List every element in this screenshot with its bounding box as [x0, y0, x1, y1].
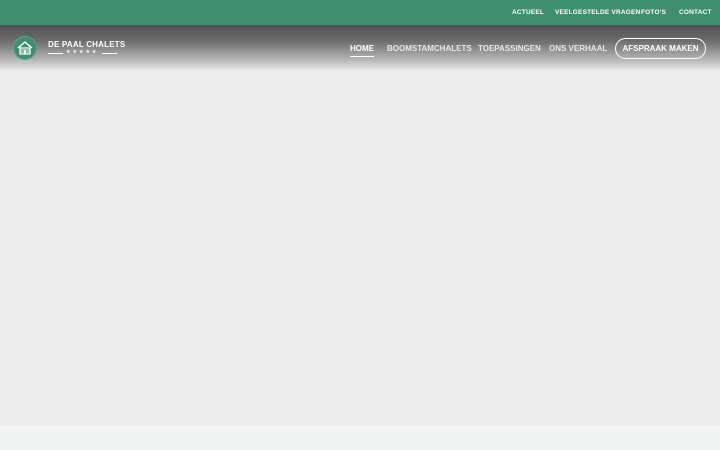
nav-boomstamchalets[interactable]: BOOMSTAMCHALETS — [387, 42, 472, 56]
star-icons: ★★★★★ — [66, 49, 99, 55]
utility-bar: ACTUEEL VEELGESTELDE VRAGEN FOTO'S CONTA… — [0, 0, 720, 25]
utility-link-actueel[interactable]: ACTUEEL — [512, 0, 544, 25]
nav-home-label: HOME — [350, 44, 374, 53]
nav-ons-verhaal[interactable]: ONS VERHAAL — [549, 42, 607, 56]
logo-divider-left — [48, 53, 63, 54]
utility-link-veelgestelde-vragen[interactable]: VEELGESTELDE VRAGEN — [555, 0, 640, 25]
site-logo[interactable]: DE PAAL CHALETS ★★★★★ — [13, 36, 125, 62]
logo-wordmark: DE PAAL CHALETS — [48, 40, 126, 49]
afspraak-maken-button[interactable]: AFSPRAAK MAKEN — [615, 38, 706, 59]
utility-link-contact[interactable]: CONTACT — [679, 0, 712, 25]
active-indicator — [350, 56, 374, 57]
nav-toepassingen[interactable]: TOEPASSINGEN — [478, 42, 541, 56]
chalet-logo-icon — [13, 36, 37, 60]
nav-home[interactable]: HOME — [350, 42, 374, 57]
logo-divider-right — [102, 53, 117, 54]
hero-section — [0, 25, 720, 425]
utility-link-fotos[interactable]: FOTO'S — [641, 0, 666, 25]
logo-rating: ★★★★★ — [48, 49, 117, 56]
below-hero-section — [0, 425, 720, 450]
